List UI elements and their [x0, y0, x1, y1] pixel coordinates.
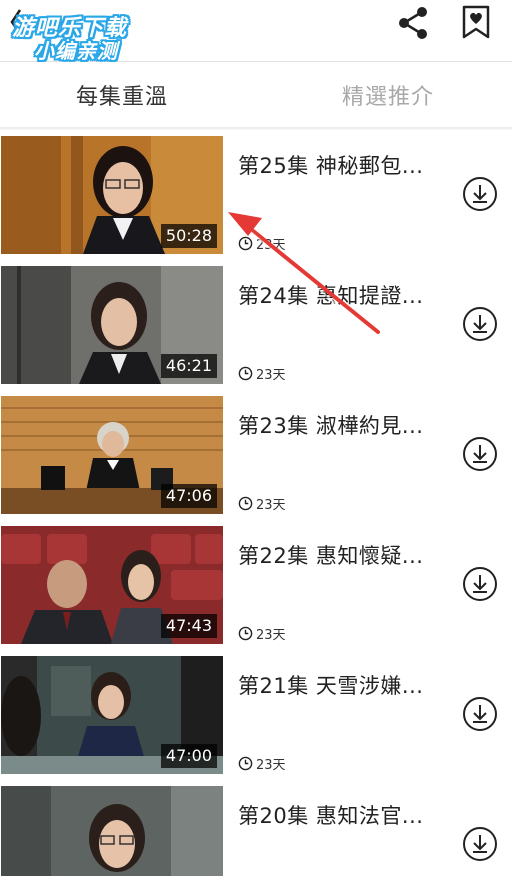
download-icon: [463, 697, 497, 731]
bookmark-heart-icon: [462, 5, 490, 39]
download-button[interactable]: [462, 436, 498, 472]
download-button[interactable]: [462, 696, 498, 732]
list-item[interactable]: 47:43 第22集 惠知懷疑... 23天: [0, 520, 512, 646]
clock-icon: [238, 496, 253, 511]
share-button[interactable]: [393, 4, 433, 42]
episode-title[interactable]: 第21集 天雪涉嫌...: [238, 670, 423, 700]
clock-icon: [238, 236, 253, 251]
download-button[interactable]: [462, 176, 498, 212]
download-icon: [463, 567, 497, 601]
clock-icon: [238, 366, 253, 381]
download-button[interactable]: [462, 826, 498, 862]
duration-badge: 47:06: [160, 484, 217, 508]
download-button[interactable]: [462, 566, 498, 602]
episode-thumbnail[interactable]: 47:06: [1, 396, 223, 514]
episode-thumbnail[interactable]: 47:43: [1, 526, 223, 644]
download-icon: [463, 437, 497, 471]
age-label: 23天: [256, 758, 286, 773]
episode-age: 23天: [238, 364, 286, 383]
episode-thumbnail[interactable]: 50:28: [1, 136, 223, 254]
duration-badge: 46:21: [160, 354, 217, 378]
age-label: 23天: [256, 628, 286, 643]
age-label: 23天: [256, 368, 286, 383]
age-label: 23天: [256, 238, 286, 253]
download-icon: [463, 177, 497, 211]
clock-icon: [238, 756, 253, 771]
thumbnail-image: [1, 786, 223, 876]
duration-badge: 47:00: [160, 744, 217, 768]
episode-thumbnail[interactable]: 47:00: [1, 656, 223, 774]
duration-badge: 47:43: [160, 614, 217, 638]
download-icon: [463, 827, 497, 861]
list-item[interactable]: 50:28 第25集 神秘郵包... 23天: [0, 130, 512, 256]
episode-thumbnail[interactable]: [1, 786, 223, 876]
app-header: 游吧乐下载 小编亲测: [0, 0, 512, 63]
tab-bar: 每集重溫 精選推介: [0, 63, 512, 127]
share-icon: [399, 7, 427, 39]
episode-title[interactable]: 第22集 惠知懷疑...: [238, 540, 423, 570]
tab-featured[interactable]: 精選推介: [342, 79, 434, 111]
tab-episodes[interactable]: 每集重溫: [76, 79, 168, 111]
episode-age: 23天: [238, 624, 286, 643]
duration-badge: 50:28: [160, 224, 217, 248]
download-button[interactable]: [462, 306, 498, 342]
episode-age: 23天: [238, 234, 286, 253]
episode-title[interactable]: 第24集 惠知提證...: [238, 280, 423, 310]
episode-title[interactable]: 第25集 神秘郵包...: [238, 150, 423, 180]
list-item[interactable]: 46:21 第24集 惠知提證... 23天: [0, 260, 512, 386]
download-icon: [463, 307, 497, 341]
episode-thumbnail[interactable]: 46:21: [1, 266, 223, 384]
logo-line-2: 小编亲测: [34, 39, 118, 63]
list-item[interactable]: 第20集 惠知法官...: [0, 780, 512, 876]
site-logo: 游吧乐下载 小编亲测: [12, 10, 152, 63]
favorite-button[interactable]: [458, 4, 494, 40]
list-item[interactable]: 47:00 第21集 天雪涉嫌... 23天: [0, 650, 512, 776]
clock-icon: [238, 626, 253, 641]
episode-title[interactable]: 第23集 淑樺約見...: [238, 410, 423, 440]
list-item[interactable]: 47:06 第23集 淑樺約見... 23天: [0, 390, 512, 516]
episode-age: 23天: [238, 754, 286, 773]
age-label: 23天: [256, 498, 286, 513]
episode-age: 23天: [238, 494, 286, 513]
episode-title[interactable]: 第20集 惠知法官...: [238, 800, 423, 830]
